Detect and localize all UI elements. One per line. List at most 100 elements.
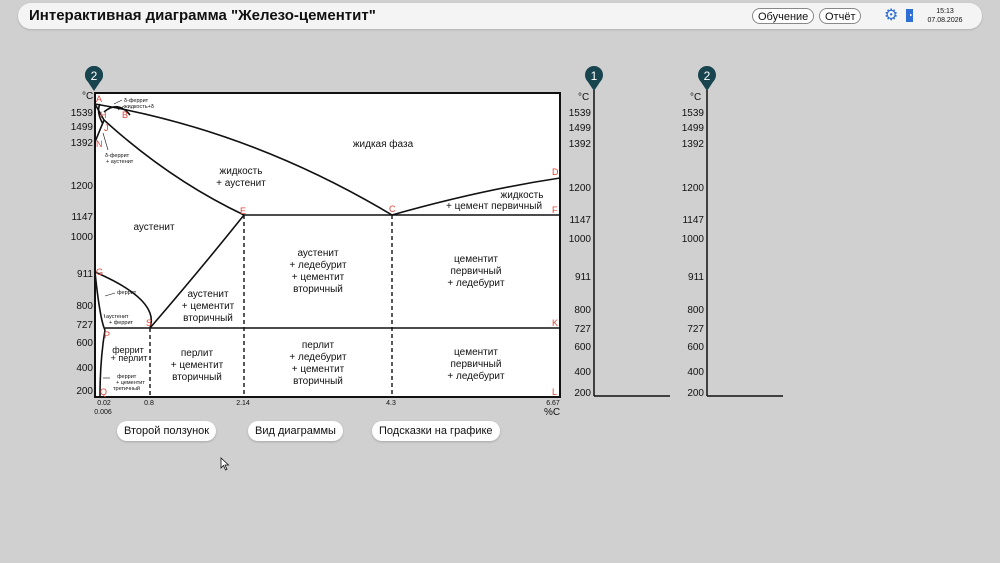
region-label: жидкость+δ [124,104,154,110]
scale2-tick: 1539 [682,108,705,119]
scale2-tick: 800 [687,305,704,316]
map-pin-icon[interactable]: 1 [585,66,603,91]
x-axis-ticks: 0.02 0.006 0.8 2.14 4.3 6.67 [94,400,560,416]
region-label: + цементит [292,364,345,375]
point-label: N [96,139,103,149]
diagram-canvas: 2 1 2 °C 1539 1499 1392 1200 1147 1000 9… [71,66,783,418]
region-label: перлит [302,340,335,351]
scale2-tick: 1499 [682,123,705,134]
y-tick: 600 [76,338,93,349]
scale2-tick: 1200 [682,183,705,194]
y-axis-unit: °C [82,91,93,102]
region-label: перлит [181,348,214,359]
region-label: вторичный [183,313,233,324]
temperature-scale-2: °C 1539 1499 1392 1200 1147 1000 911 800… [682,90,783,399]
point-label: J [104,123,109,133]
point-label: D [552,167,559,177]
region-label: + феррит [109,320,134,326]
scale2-tick: 200 [687,388,704,399]
scale1-tick: 1539 [569,108,592,119]
point-label: F [552,205,558,215]
pin-label-scale1: 1 [591,69,598,83]
region-label: жидкая фаза [353,138,414,150]
scale1-unit: °C [578,92,589,103]
y-axis-ticks: 1539 1499 1392 1200 1147 1000 911 800 72… [71,108,94,397]
region-label: + цементит [292,272,345,283]
y-tick: 1499 [71,122,94,133]
region-label: + аустенит [216,178,266,189]
region-label: вторичный [293,284,343,295]
point-label: E [240,206,246,216]
scale1-tick: 400 [574,367,591,378]
y-tick: 1147 [71,212,93,223]
region-label: третичный [113,385,140,392]
region-label: феррит [117,290,137,296]
map-pin-icon[interactable]: 2 [84,66,103,91]
point-label: P [104,330,110,340]
scale1-tick: 1499 [569,123,592,134]
scale2-tick: 1392 [682,139,705,150]
point-label: C [389,204,396,214]
region-label: цементит [454,254,498,265]
region-label: аустенит [187,289,228,300]
point-label: Q [100,387,107,397]
region-label: вторичный [172,372,222,383]
region-label: + ледебурит [289,259,347,271]
y-tick: 911 [77,269,93,280]
scale2-tick: 1147 [682,215,704,226]
region-label: жидкость [501,190,544,201]
hints-button[interactable]: Подсказки на графике [372,421,500,441]
scale1-tick: 600 [574,342,591,353]
x-tick: 0.8 [144,400,154,407]
region-label: вторичный [293,376,343,387]
pin-label-scale2: 2 [704,69,711,83]
scale2-tick: 400 [687,367,704,378]
y-tick: 1000 [71,232,94,243]
scale1-tick: 1000 [569,234,592,245]
y-tick: 800 [76,301,93,312]
point-label: A [96,94,102,104]
region-label: + цементит [171,360,224,371]
scale1-tick: 800 [574,305,591,316]
scale1-tick: 1147 [569,215,591,226]
x-tick: 6.67 [546,400,560,407]
y-tick: 400 [76,363,93,374]
point-label: B [122,110,128,120]
scale2-tick: 1000 [682,234,705,245]
region-label: аустенит [133,222,174,233]
region-label: + ледебурит [447,370,505,382]
x-tick: 0.02 [97,400,111,407]
region-label: + цемент первичный [446,201,542,212]
point-label: L [552,387,557,397]
point-label: H [100,110,107,120]
scale1-tick: 1200 [569,183,592,194]
y-tick: 727 [76,320,93,331]
second-slider-button[interactable]: Второй ползунок [117,421,217,441]
scale1-tick: 1392 [569,139,592,150]
x-axis-unit: %С [544,407,560,418]
arrow-cursor-icon [220,457,230,471]
y-tick: 1539 [71,108,94,119]
region-label: + ледебурит [447,277,505,289]
map-pin-icon[interactable]: 2 [698,66,716,91]
scale1-tick: 727 [574,324,591,335]
diagram-view-button[interactable]: Вид диаграммы [248,421,343,441]
point-label: S [146,318,152,328]
y-tick: 200 [76,386,93,397]
region-label: первичный [451,359,502,370]
x-tick: 4.3 [386,400,396,407]
point-label: G [96,267,103,277]
scale1-tick: 911 [575,272,591,283]
scale2-tick: 600 [687,342,704,353]
scale2-tick: 727 [687,324,704,335]
y-tick: 1200 [71,181,94,192]
pin-label-main: 2 [91,69,98,83]
y-tick: 1392 [71,138,94,149]
region-label: аустенит [297,248,338,259]
temperature-scale-1: °C 1539 1499 1392 1200 1147 1000 911 800… [569,90,670,399]
x-tick: 0.006 [94,409,112,416]
region-label: + цементит [182,301,235,312]
region-label: + аустенит [106,159,134,165]
region-label: + ледебурит [289,351,347,363]
region-label: жидкость [220,166,263,177]
